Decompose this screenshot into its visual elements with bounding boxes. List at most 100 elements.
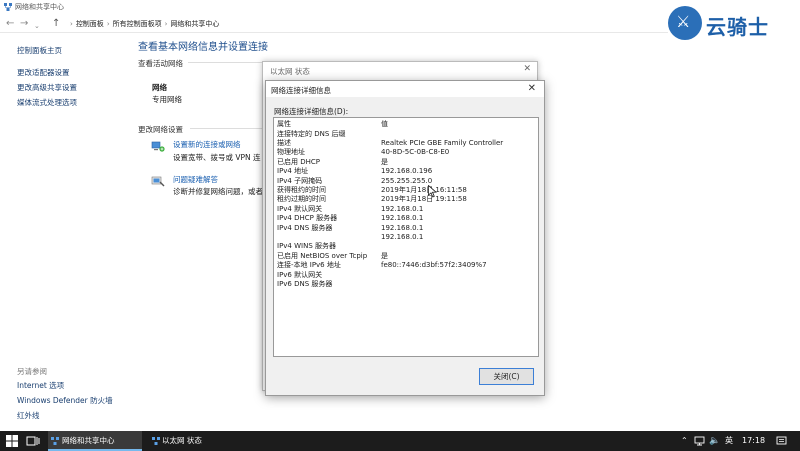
row-value: 192.168.0.1 bbox=[381, 232, 424, 241]
table-row[interactable]: 物理地址 40-8D-5C-0B-C8-E0 bbox=[274, 148, 538, 157]
table-row[interactable]: 获得租约的时间 2019年1月18日 16:11:58 bbox=[274, 186, 538, 195]
column-header-property[interactable]: 属性 bbox=[277, 120, 291, 129]
row-value: 255.255.255.0 bbox=[381, 176, 433, 185]
row-property: 描述 bbox=[277, 138, 291, 147]
table-row[interactable]: 已启用 DHCP 是 bbox=[274, 158, 538, 167]
taskbar-item-ethernet-status[interactable]: 以太网 状态 bbox=[150, 431, 240, 451]
forward-icon[interactable]: → bbox=[20, 18, 28, 30]
row-property: IPv6 DNS 服务器 bbox=[277, 279, 333, 288]
row-value: 192.168.0.1 bbox=[381, 214, 424, 223]
window-title: 网络和共享中心 bbox=[15, 3, 64, 11]
row-value: 是 bbox=[381, 251, 388, 260]
table-row[interactable]: IPv4 默认网关 192.168.0.1 bbox=[274, 205, 538, 214]
network-tray-icon[interactable] bbox=[694, 436, 705, 446]
details-list[interactable]: 属性 值 连接特定的 DNS 后缀 描述 Realtek PCIe GBE Fam… bbox=[273, 117, 539, 357]
logo-text: 云骑士 bbox=[706, 15, 769, 39]
table-row[interactable]: 192.168.0.1 bbox=[274, 233, 538, 242]
active-networks-label: 查看活动网络 bbox=[138, 59, 183, 68]
row-property: IPv4 DNS 服务器 bbox=[277, 223, 333, 232]
breadcrumb-item[interactable]: 控制面板 bbox=[76, 19, 104, 29]
table-row[interactable]: IPv4 地址 192.168.0.196 bbox=[274, 167, 538, 176]
yunqishi-logo: ⚔ 云骑士 bbox=[668, 4, 800, 44]
tray-chevron-icon[interactable]: ⌃ bbox=[681, 431, 688, 451]
breadcrumb-item[interactable]: 网络和共享中心 bbox=[170, 19, 219, 29]
column-header-value[interactable]: 值 bbox=[381, 120, 388, 129]
divider bbox=[188, 62, 268, 63]
volume-icon[interactable]: 🔈 bbox=[709, 431, 720, 451]
ime-indicator[interactable]: 英 bbox=[725, 431, 733, 451]
windows-start-icon[interactable] bbox=[6, 435, 18, 447]
breadcrumb-separator-icon: › bbox=[106, 20, 110, 28]
dialog-title-bar: 网络连接详细信息 ✕ bbox=[266, 81, 544, 97]
row-value: 是 bbox=[381, 157, 388, 166]
table-row[interactable]: 租约过期的时间 2019年1月18日 19:11:58 bbox=[274, 195, 538, 204]
network-icon bbox=[51, 437, 59, 445]
row-value: 192.168.0.1 bbox=[381, 204, 424, 213]
row-property: 已启用 NetBIOS over Tcpip bbox=[277, 251, 368, 260]
table-row[interactable]: IPv4 DNS 服务器 192.168.0.1 bbox=[274, 224, 538, 233]
details-list-label: 网络连接详细信息(D): bbox=[274, 107, 349, 116]
table-row[interactable]: IPv4 WINS 服务器 bbox=[274, 242, 538, 251]
row-property: 物理地址 bbox=[277, 148, 305, 157]
nav-infrared[interactable]: 红外线 bbox=[17, 410, 40, 421]
row-property: 获得租约的时间 bbox=[277, 185, 326, 194]
table-header: 属性 值 bbox=[274, 120, 538, 129]
table-row[interactable]: IPv6 DNS 服务器 bbox=[274, 280, 538, 289]
row-value: fe80::7446:d3bf:57f2:3409%7 bbox=[381, 261, 487, 270]
back-icon[interactable]: ← bbox=[6, 18, 14, 30]
task-troubleshoot-desc: 诊断并修复网络问题，或者 bbox=[173, 187, 263, 196]
notification-icon[interactable] bbox=[776, 436, 787, 446]
clock[interactable]: 17:18 bbox=[742, 431, 765, 451]
knight-logo-icon: ⚔ bbox=[668, 6, 702, 40]
close-icon[interactable]: ✕ bbox=[528, 83, 536, 94]
nav-internet-options[interactable]: Internet 选项 bbox=[17, 380, 64, 391]
row-property: IPv4 WINS 服务器 bbox=[277, 242, 336, 251]
task-setup-connection-desc: 设置宽带、拨号或 VPN 连 bbox=[173, 153, 261, 162]
row-property: 已启用 DHCP bbox=[277, 157, 320, 166]
breadcrumb-separator-icon: › bbox=[164, 20, 168, 28]
taskbar-item-network-center[interactable]: 网络和共享中心 bbox=[48, 431, 142, 451]
table-row[interactable]: 连接-本地 IPv6 地址 fe80::7446:d3bf:57f2:3409%7 bbox=[274, 261, 538, 270]
change-settings-label: 更改网络设置 bbox=[138, 125, 183, 134]
history-chevron-icon[interactable]: ⌄ bbox=[34, 20, 40, 32]
breadcrumb: › 控制面板 › 所有控制面板项 › 网络和共享中心 bbox=[70, 19, 219, 29]
new-connection-icon bbox=[151, 141, 165, 152]
nav-defender-firewall[interactable]: Windows Defender 防火墙 bbox=[17, 395, 113, 406]
row-value: 2019年1月18日 19:11:58 bbox=[381, 195, 467, 204]
taskbar: 网络和共享中心 以太网 状态 ⌃ 🔈 英 17:18 bbox=[0, 431, 800, 451]
table-row[interactable]: IPv4 DHCP 服务器 192.168.0.1 bbox=[274, 214, 538, 223]
nav-control-panel-home[interactable]: 控制面板主页 bbox=[17, 45, 62, 56]
row-property: IPv4 子网掩码 bbox=[277, 176, 323, 185]
row-value: 192.168.0.196 bbox=[381, 167, 433, 176]
close-icon[interactable]: ✕ bbox=[523, 64, 531, 74]
task-view-icon[interactable] bbox=[26, 435, 40, 447]
up-arrow-icon[interactable]: ↑ bbox=[52, 18, 60, 30]
breadcrumb-item[interactable]: 所有控制面板项 bbox=[113, 19, 162, 29]
nav-advanced-sharing[interactable]: 更改高级共享设置 bbox=[17, 82, 77, 93]
row-property: IPv4 DHCP 服务器 bbox=[277, 214, 338, 223]
row-value: 40-8D-5C-0B-C8-E0 bbox=[381, 148, 450, 157]
table-row[interactable]: 已启用 NetBIOS over Tcpip 是 bbox=[274, 252, 538, 261]
task-troubleshoot[interactable]: 问题疑难解答 bbox=[173, 174, 218, 185]
row-value: 2019年1月18日 16:11:58 bbox=[381, 185, 467, 194]
network-icon bbox=[4, 3, 12, 11]
table-row[interactable]: 描述 Realtek PCIe GBE Family Controller bbox=[274, 139, 538, 148]
mouse-cursor-icon bbox=[428, 185, 437, 198]
row-value: Realtek PCIe GBE Family Controller bbox=[381, 138, 504, 147]
network-type: 专用网络 bbox=[152, 95, 182, 104]
nav-media-streaming[interactable]: 媒体流式处理选项 bbox=[17, 97, 77, 108]
table-row[interactable]: 连接特定的 DNS 后缀 bbox=[274, 130, 538, 139]
task-setup-connection[interactable]: 设置新的连接或网络 bbox=[173, 139, 241, 150]
row-property: 租约过期的时间 bbox=[277, 195, 326, 204]
row-property: 连接-本地 IPv6 地址 bbox=[277, 261, 341, 270]
close-button[interactable]: 关闭(C) bbox=[479, 368, 534, 385]
network-details-dialog: 网络连接详细信息 ✕ 网络连接详细信息(D): 属性 值 连接特定的 DNS 后… bbox=[265, 80, 545, 396]
network-icon bbox=[152, 437, 160, 445]
row-value: 192.168.0.1 bbox=[381, 223, 424, 232]
table-row[interactable]: IPv4 子网掩码 255.255.255.0 bbox=[274, 177, 538, 186]
table-row[interactable]: IPv6 默认网关 bbox=[274, 271, 538, 280]
network-name: 网络 bbox=[152, 83, 167, 92]
nav-change-adapter-settings[interactable]: 更改适配器设置 bbox=[17, 67, 70, 78]
row-property: 连接特定的 DNS 后缀 bbox=[277, 129, 346, 138]
see-also-header: 另请参阅 bbox=[17, 367, 47, 376]
